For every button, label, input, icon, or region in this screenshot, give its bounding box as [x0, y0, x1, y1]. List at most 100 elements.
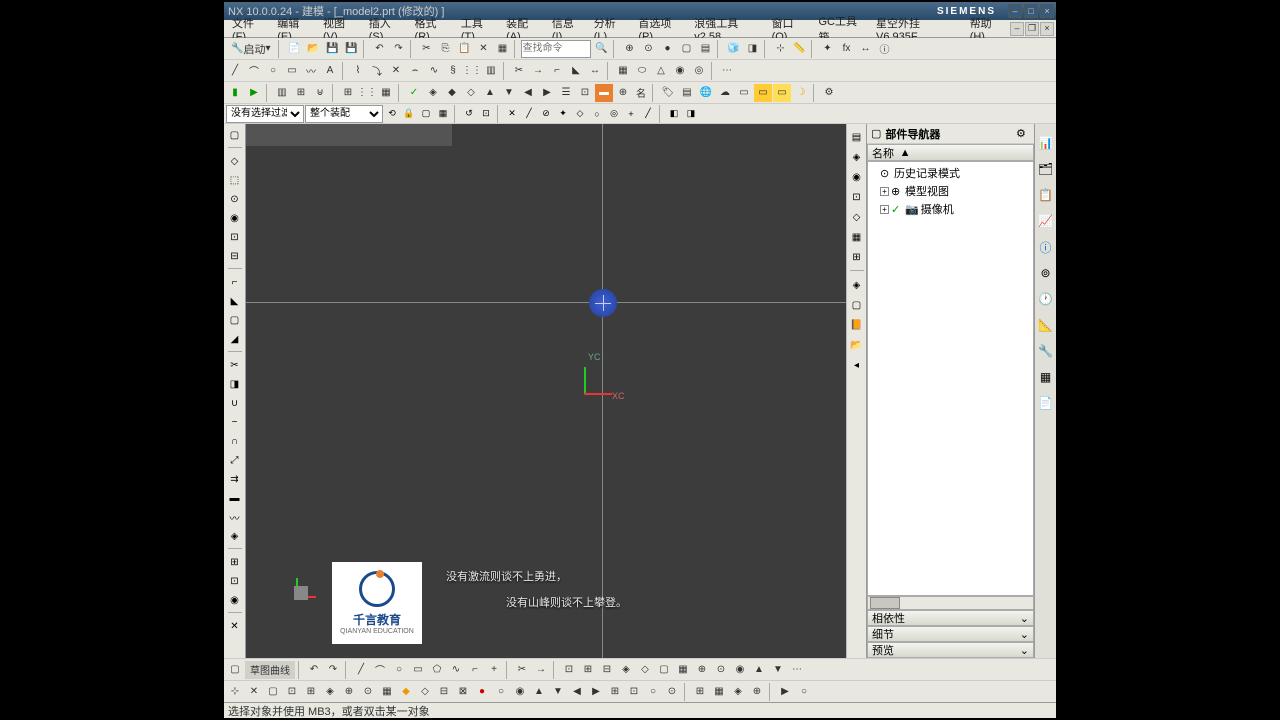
- bt2-14[interactable]: ●: [473, 683, 491, 701]
- delete-button[interactable]: ✕: [474, 40, 492, 58]
- analyze1-icon[interactable]: ◈: [424, 84, 442, 102]
- snap-mid-icon[interactable]: ⊘: [538, 106, 554, 122]
- scale-icon[interactable]: ⤢: [226, 451, 244, 469]
- hole-icon[interactable]: ◉: [226, 209, 244, 227]
- tree-node-model-views[interactable]: + ⊕ 模型视图: [870, 182, 1031, 200]
- res-tab1[interactable]: 📊: [1037, 132, 1055, 154]
- res-tab10[interactable]: ▦: [1037, 366, 1055, 388]
- redo-button[interactable]: ↷: [389, 40, 407, 58]
- maximize-button[interactable]: □: [1024, 4, 1038, 18]
- block-icon[interactable]: ▦: [614, 62, 632, 80]
- bt2-22[interactable]: ⊡: [625, 683, 643, 701]
- snap-ctr-icon[interactable]: ✦: [555, 106, 571, 122]
- active-mode-icon[interactable]: ▬: [595, 84, 613, 102]
- bt1-line[interactable]: ╱: [352, 661, 370, 679]
- expander-icon[interactable]: +: [880, 205, 889, 214]
- analyze9-icon[interactable]: ⊡: [576, 84, 594, 102]
- bt2-6[interactable]: ◈: [321, 683, 339, 701]
- mirror-curve-icon[interactable]: ▥: [482, 62, 500, 80]
- bt2-4[interactable]: ⊡: [283, 683, 301, 701]
- snap-int-icon[interactable]: ○: [589, 106, 605, 122]
- res-tab9[interactable]: 🔧: [1037, 340, 1055, 362]
- vr-btn3[interactable]: ◉: [849, 168, 865, 186]
- vr-btn4[interactable]: ⊡: [849, 188, 865, 206]
- tree-node-cameras[interactable]: + ✓ 📷 摄像机: [870, 200, 1031, 218]
- sel-btn4[interactable]: ▦: [435, 106, 451, 122]
- res-tab5[interactable]: ⓘ: [1037, 236, 1055, 258]
- bt1-rect[interactable]: ▭: [409, 661, 427, 679]
- bt2-11[interactable]: ◇: [416, 683, 434, 701]
- bt1-redo[interactable]: ↷: [324, 661, 342, 679]
- bt1-tab[interactable]: 草图曲线: [245, 661, 295, 679]
- settings-icon[interactable]: ⚙: [820, 84, 838, 102]
- snap-end-icon[interactable]: ╱: [521, 106, 537, 122]
- bt1-h[interactable]: ⊕: [693, 661, 711, 679]
- more-icon[interactable]: ⋯: [718, 62, 736, 80]
- close-button[interactable]: ×: [1040, 4, 1054, 18]
- mesh-icon[interactable]: ▦: [377, 84, 395, 102]
- thicken-icon[interactable]: ▬: [226, 489, 244, 507]
- cylinder-icon[interactable]: ⬭: [633, 62, 651, 80]
- tree-node-history[interactable]: ⊙ 历史记录模式: [870, 164, 1031, 182]
- bt1-1[interactable]: ▢: [226, 661, 244, 679]
- measure-button[interactable]: 📏: [790, 40, 808, 58]
- unite-icon[interactable]: ∪: [226, 394, 244, 412]
- bt2-2[interactable]: ✕: [245, 683, 263, 701]
- bt2-1[interactable]: ⊹: [226, 683, 244, 701]
- bt2-27[interactable]: ◈: [729, 683, 747, 701]
- sel-btn5[interactable]: ↺: [461, 106, 477, 122]
- bt1-ext[interactable]: →: [532, 661, 550, 679]
- name-icon[interactable]: 名: [633, 84, 649, 102]
- section-details[interactable]: 细节⌄: [867, 626, 1034, 642]
- snap-quad-icon[interactable]: ◇: [572, 106, 588, 122]
- datum-plane-icon[interactable]: ◇: [226, 152, 244, 170]
- bt2-25[interactable]: ⊞: [691, 683, 709, 701]
- tag1-icon[interactable]: 🏷: [659, 84, 677, 102]
- bt2-15[interactable]: ○: [492, 683, 510, 701]
- expander-icon[interactable]: +: [880, 187, 889, 196]
- stretch-icon[interactable]: ↔: [586, 62, 604, 80]
- section-preview[interactable]: 预览⌄: [867, 642, 1034, 658]
- graphics-viewport[interactable]: YC XC 千言教育 QIANYAN EDUCATION 没有激流则谈不上勇进，…: [246, 124, 846, 658]
- moon-icon[interactable]: ☽: [792, 84, 810, 102]
- save-button[interactable]: 💾: [323, 40, 341, 58]
- cut-button[interactable]: ✂: [417, 40, 435, 58]
- shell-icon[interactable]: ▢: [226, 311, 244, 329]
- layer-button[interactable]: ▤: [696, 40, 714, 58]
- sel-btn2[interactable]: 🔒: [401, 106, 417, 122]
- properties-button[interactable]: ▦: [493, 40, 511, 58]
- expression-button[interactable]: fx: [837, 40, 855, 58]
- text-icon[interactable]: A: [321, 62, 339, 80]
- note-yellow-icon[interactable]: ▭: [754, 84, 772, 102]
- start-button[interactable]: 🔧启动▾: [226, 40, 275, 58]
- pattern-curve-icon[interactable]: ⋮⋮: [463, 62, 481, 80]
- extend-icon[interactable]: →: [529, 62, 547, 80]
- pattern-icon[interactable]: ⊞: [292, 84, 310, 102]
- bt1-fillet[interactable]: ⌐: [466, 661, 484, 679]
- move-button[interactable]: ↔: [856, 40, 874, 58]
- section-dependency[interactable]: 相依性⌄: [867, 610, 1034, 626]
- vr-btn1[interactable]: ▤: [849, 128, 865, 146]
- sketch-tool-icon[interactable]: ▢: [226, 126, 244, 144]
- bt1-poly[interactable]: ⬠: [428, 661, 446, 679]
- bt2-23[interactable]: ○: [644, 683, 662, 701]
- bt2-29[interactable]: ▶: [776, 683, 794, 701]
- vr-btn2[interactable]: ◈: [849, 148, 865, 166]
- copy-button[interactable]: ⎘: [436, 40, 454, 58]
- bt2-9[interactable]: ▦: [378, 683, 396, 701]
- search-icon[interactable]: 🔍: [592, 40, 610, 58]
- array-icon[interactable]: ⋮⋮: [358, 84, 376, 102]
- bt2-18[interactable]: ▼: [549, 683, 567, 701]
- split-body-icon[interactable]: ◨: [226, 375, 244, 393]
- analyze4-icon[interactable]: ▲: [481, 84, 499, 102]
- bt2-28[interactable]: ⊕: [748, 683, 766, 701]
- snap-near-icon[interactable]: ╱: [640, 106, 656, 122]
- vr-btn5[interactable]: ◇: [849, 208, 865, 226]
- more1-icon[interactable]: ⊞: [226, 553, 244, 571]
- trim-icon[interactable]: ✂: [510, 62, 528, 80]
- more3-icon[interactable]: ◉: [226, 591, 244, 609]
- bt2-12[interactable]: ⊟: [435, 683, 453, 701]
- bt1-l[interactable]: ▼: [769, 661, 787, 679]
- sphere-icon[interactable]: ◉: [671, 62, 689, 80]
- mdi-close[interactable]: ×: [1040, 22, 1054, 36]
